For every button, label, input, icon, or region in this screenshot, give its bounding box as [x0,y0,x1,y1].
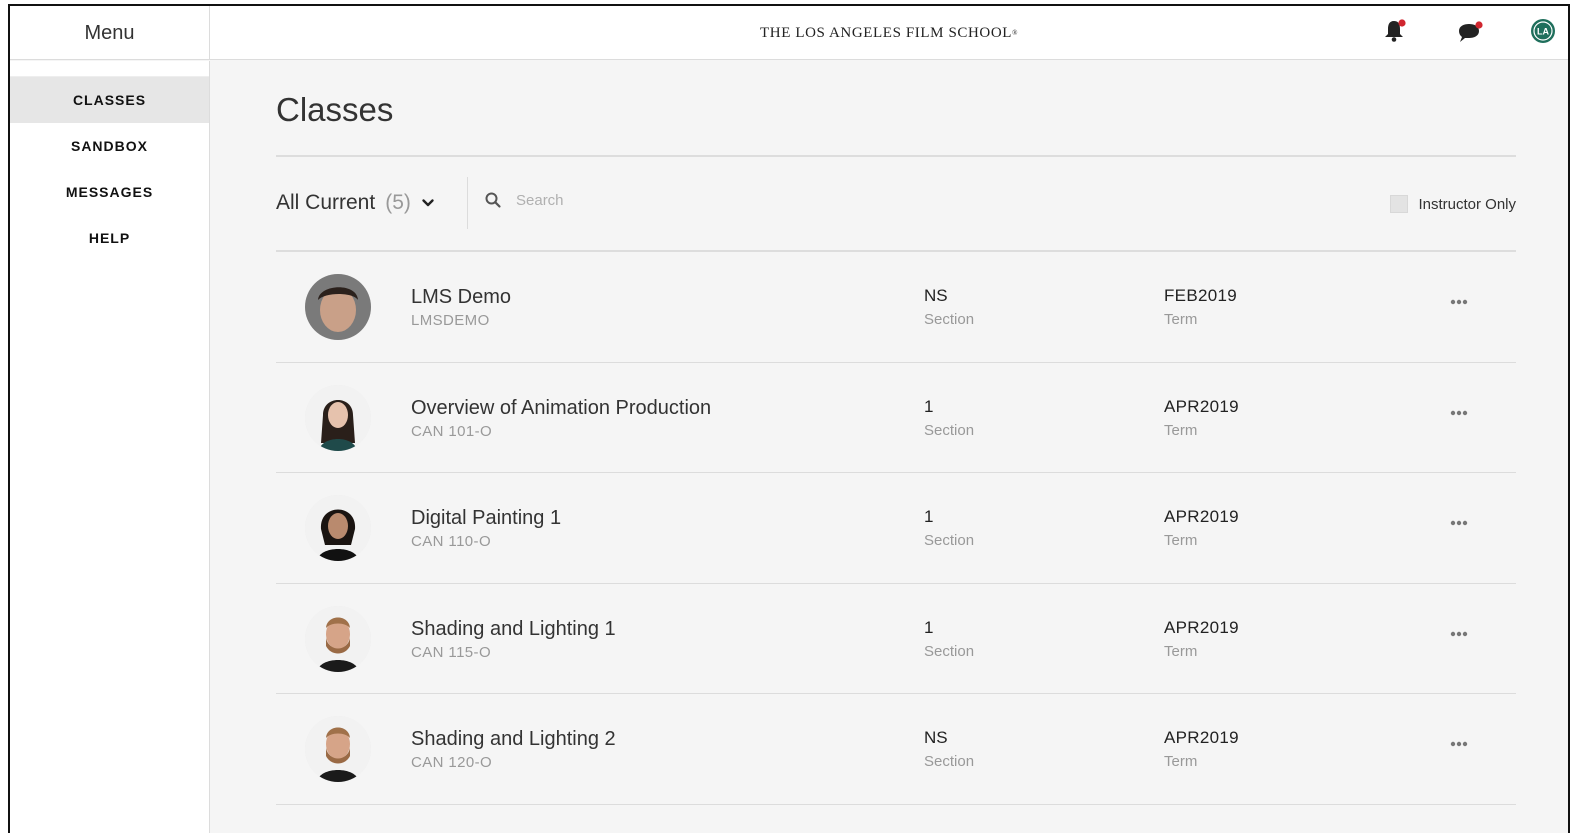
term-value: APR2019 [1164,728,1239,747]
sidebar-item-sandbox[interactable]: SANDBOX [10,123,209,169]
class-row[interactable]: Shading and Lighting 1 CAN 115-O 1 Secti… [276,584,1516,694]
more-options-icon[interactable] [1448,629,1470,639]
section-label: Section [924,642,975,660]
instructor-avatar [305,605,371,672]
term-label: Term [1164,642,1198,660]
course-name[interactable]: LMS Demo [411,286,511,309]
course-code: CAN 101-O [411,422,493,440]
instructor-only-filter: Instructor Only [1390,195,1516,213]
chevron-down-icon [422,199,434,207]
term-value: APR2019 [1164,617,1239,637]
messages-chat-icon[interactable] [1455,16,1485,46]
app-window: Menu THE LOS ANGELES FILM SCHOOL ® LA CLA… [8,4,1570,833]
term-label: Term [1164,532,1198,549]
class-row[interactable]: Digital Painting 1 CAN 110-O 1 Section A… [276,473,1516,584]
term-label: Term [1164,311,1198,328]
page-title: Classes [276,91,394,128]
instructor-only-checkbox[interactable] [1390,195,1409,213]
brand-logo: THE LOS ANGELES FILM SCHOOL ® [210,6,1568,60]
course-code: CAN 110-O [411,533,492,550]
course-code: LMSDEMO [411,312,490,329]
term-label: Term [1164,753,1198,770]
instructor-avatar [305,384,371,451]
section-value: NS [924,286,948,305]
brand-mark: ® [1012,29,1018,37]
user-avatar-icon[interactable]: LA [1528,16,1558,46]
menu-button[interactable]: Menu [10,6,210,60]
class-row[interactable]: Shading and Lighting 2 CAN 120-O NS Sect… [276,694,1516,805]
divider [467,177,468,229]
more-options-icon[interactable] [1448,518,1470,528]
term-value: APR2019 [1164,396,1239,416]
class-row[interactable]: LMS Demo LMSDEMO NS Section FEB2019 Term [276,252,1516,363]
course-code: CAN 115-O [411,643,492,661]
section-value: NS [924,728,948,747]
section-label: Section [924,421,975,439]
term-value: FEB2019 [1164,286,1237,305]
more-options-icon[interactable] [1448,739,1470,749]
course-name[interactable]: Shading and Lighting 2 [411,728,616,751]
more-options-icon[interactable] [1448,297,1470,307]
instructor-only-label: Instructor Only [1418,195,1516,213]
section-label: Section [924,753,975,770]
filter-label: All Current [276,191,376,214]
search-input[interactable] [516,191,916,209]
class-row[interactable]: Overview of Animation Production CAN 101… [276,363,1516,473]
course-name[interactable]: Shading and Lighting 1 [411,618,616,641]
section-value: 1 [924,507,934,526]
term-value: APR2019 [1164,507,1239,526]
sidebar-item-messages[interactable]: MESSAGES [10,169,209,215]
filter-bar: All Current (5) Instructor Only [276,157,1516,252]
instructor-avatar [305,495,371,561]
brand-name: THE LOS ANGELES FILM SCHOOL [760,24,1013,41]
section-label: Section [924,311,975,328]
instructor-avatar [305,716,371,782]
course-code: CAN 120-O [411,754,493,771]
course-name[interactable]: Digital Painting 1 [411,507,561,530]
section-value: 1 [924,617,934,637]
more-options-icon[interactable] [1448,408,1470,418]
section-value: 1 [924,396,934,416]
course-name[interactable]: Overview of Animation Production [411,397,711,420]
search-bar [484,191,916,209]
term-label: Term [1164,421,1198,439]
search-icon [485,192,501,208]
main-content: Classes All Current (5) Instructor O [276,61,1516,805]
class-filter-dropdown[interactable]: All Current (5) [276,191,435,215]
notifications-bell-icon[interactable] [1380,16,1410,46]
avatar-initials: LA [1537,27,1549,37]
section-label: Section [924,532,975,549]
filter-count: (5) [385,191,411,214]
sidebar-item-classes[interactable]: CLASSES [10,77,209,123]
instructor-avatar [305,274,371,340]
sidebar: CLASSES SANDBOX MESSAGES HELP [10,61,210,833]
sidebar-item-help[interactable]: HELP [10,215,209,261]
top-bar: Menu THE LOS ANGELES FILM SCHOOL ® LA [10,6,1568,60]
